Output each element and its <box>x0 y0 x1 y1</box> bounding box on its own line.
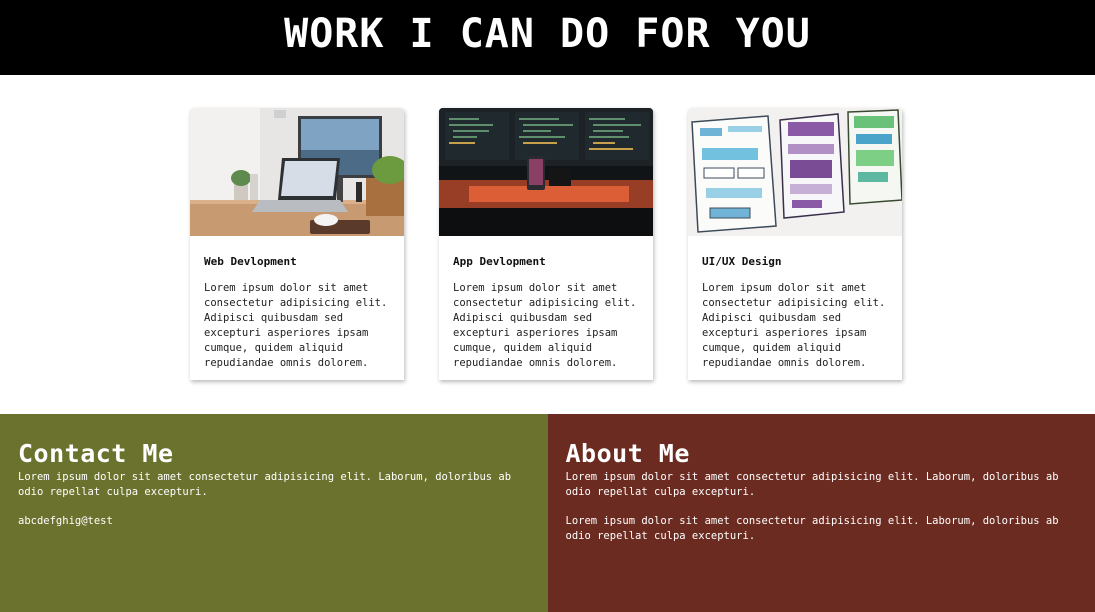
service-card-app: App Devlopment Lorem ipsum dolor sit ame… <box>439 108 653 380</box>
page-header: WORK I CAN DO FOR YOU <box>0 0 1095 75</box>
card-title: Web Devlopment <box>204 255 297 268</box>
card-title: App Devlopment <box>453 255 546 268</box>
service-card-web: Web Devlopment Lorem ipsum dolor sit ame… <box>190 108 404 380</box>
service-card-uiux: UI/UX Design Lorem ipsum dolor sit amet … <box>688 108 902 380</box>
about-heading: About Me <box>565 439 690 468</box>
about-text-2: Lorem ipsum dolor sit amet consectetur a… <box>565 515 1059 542</box>
code-screens-image <box>439 108 653 236</box>
contact-email[interactable]: abcdefghig@test <box>18 514 530 529</box>
about-text-1: Lorem ipsum dolor sit amet consectetur a… <box>565 471 1059 498</box>
services-section: Web Devlopment Lorem ipsum dolor sit ame… <box>0 75 1095 414</box>
page-title: WORK I CAN DO FOR YOU <box>284 10 811 57</box>
contact-heading: Contact Me <box>18 439 174 468</box>
card-description: Lorem ipsum dolor sit amet consectetur a… <box>702 282 886 369</box>
card-description: Lorem ipsum dolor sit amet consectetur a… <box>204 282 388 369</box>
card-title: UI/UX Design <box>702 255 782 268</box>
info-section: Contact Me Lorem ipsum dolor sit amet co… <box>0 414 1095 612</box>
card-description: Lorem ipsum dolor sit amet consectetur a… <box>453 282 637 369</box>
desk-laptop-image <box>190 108 404 236</box>
contact-panel: Contact Me Lorem ipsum dolor sit amet co… <box>0 414 548 612</box>
about-panel: About Me Lorem ipsum dolor sit amet cons… <box>547 414 1095 612</box>
contact-text: Lorem ipsum dolor sit amet consectetur a… <box>18 471 512 498</box>
wireframe-sketches-image <box>688 108 902 236</box>
